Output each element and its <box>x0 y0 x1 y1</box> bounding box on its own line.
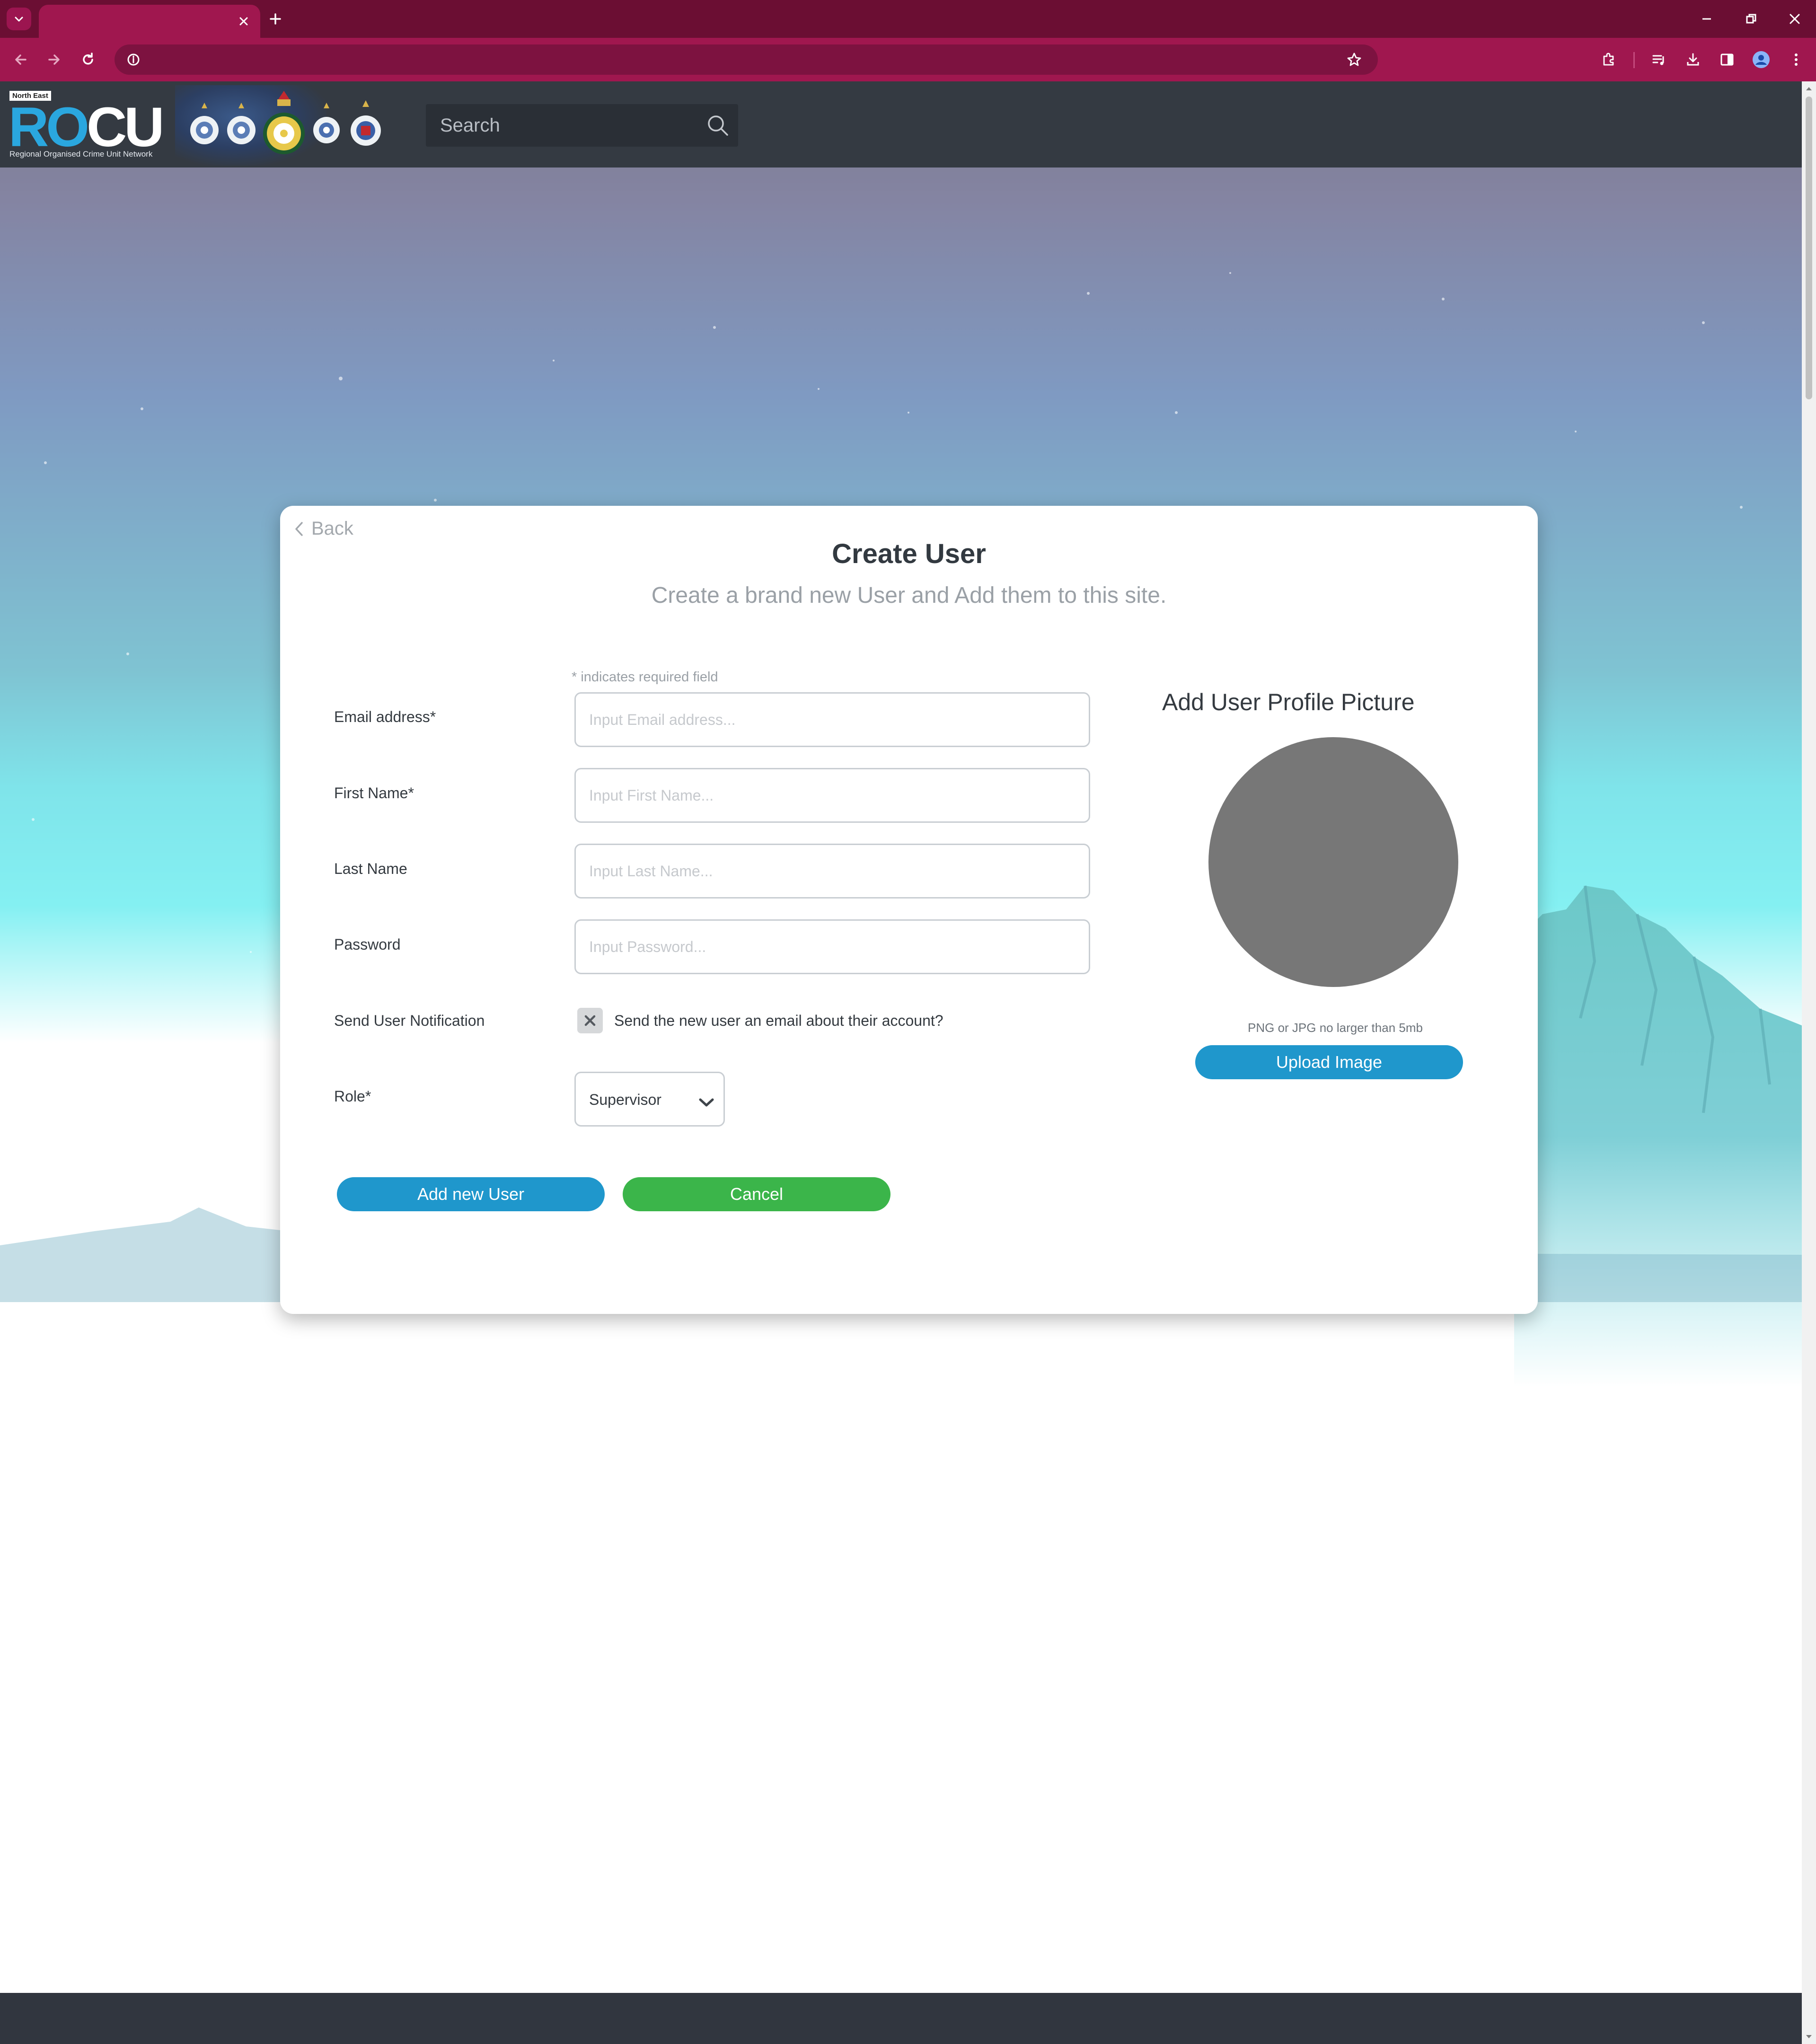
scrollbar-thumb[interactable] <box>1806 97 1812 399</box>
page-title: Create User <box>832 538 986 569</box>
search-input[interactable] <box>440 104 696 147</box>
close-icon <box>1790 14 1800 24</box>
logo-wordmark: ROCU <box>9 96 164 159</box>
site-footer <box>0 1993 1802 2044</box>
site-info-icon[interactable] <box>121 47 146 72</box>
page-viewport: North East ROCU Regional Organised Crime… <box>0 81 1802 2044</box>
back-nav-button[interactable] <box>8 46 34 73</box>
email-field[interactable] <box>574 692 1090 747</box>
toolbar-divider <box>1633 52 1635 68</box>
first-name-label: First Name* <box>334 784 414 802</box>
arrow-right-icon <box>48 54 60 65</box>
email-label: Email address* <box>334 708 436 725</box>
rocu-logo[interactable]: North East ROCU Regional Organised Crime… <box>9 91 169 162</box>
police-crests <box>187 88 386 162</box>
side-panel-icon[interactable] <box>1714 46 1740 73</box>
role-label: Role* <box>334 1088 371 1105</box>
forward-nav-button[interactable] <box>41 46 67 73</box>
add-user-button[interactable]: Add new User <box>337 1177 605 1211</box>
password-label: Password <box>334 936 401 953</box>
cancel-button[interactable]: Cancel <box>623 1177 890 1211</box>
police-crest-icon <box>224 99 258 151</box>
chevron-left-icon <box>295 521 303 536</box>
logo-subtitle: Regional Organised Crime Unit Network <box>9 150 153 159</box>
browser-tab-strip <box>0 0 1816 38</box>
notification-checkbox[interactable] <box>577 1008 603 1033</box>
site-header: North East ROCU Regional Organised Crime… <box>0 81 1802 167</box>
profile-avatar-icon[interactable] <box>1748 46 1774 73</box>
x-mark-icon <box>584 1015 596 1026</box>
minimize-icon <box>1702 18 1711 20</box>
upload-image-button[interactable]: Upload Image <box>1195 1045 1463 1079</box>
page-scrollbar[interactable] <box>1802 81 1816 2044</box>
police-crest-icon <box>187 99 221 151</box>
media-control-icon[interactable] <box>1646 46 1672 73</box>
plus-icon <box>270 13 281 25</box>
restore-icon <box>1746 14 1756 24</box>
chevron-down-icon <box>695 1091 718 1114</box>
tab-close-button[interactable] <box>234 11 254 31</box>
minimize-button[interactable] <box>1690 7 1723 31</box>
reload-icon <box>83 53 93 65</box>
yorkshire-rose-crest-icon <box>261 88 307 162</box>
close-icon <box>239 17 248 26</box>
site-search <box>426 104 738 147</box>
notification-checkbox-text: Send the new user an email about their a… <box>614 1012 943 1029</box>
police-crest-icon <box>309 99 344 151</box>
create-user-card: Back Create User Create a brand new User… <box>280 506 1538 1314</box>
reload-button[interactable] <box>75 46 101 73</box>
last-name-field[interactable] <box>574 844 1090 899</box>
profile-picture-title: Add User Profile Picture <box>1162 689 1415 715</box>
page-subtitle: Create a brand new User and Add them to … <box>651 583 1167 608</box>
notification-label: Send User Notification <box>334 1012 485 1029</box>
chevron-down-icon <box>15 17 23 22</box>
role-selected-value: Supervisor <box>589 1091 661 1108</box>
avatar-placeholder <box>1208 737 1458 987</box>
browser-toolbar <box>0 38 1816 81</box>
address-bar[interactable] <box>115 44 1378 75</box>
back-label: Back <box>311 518 353 539</box>
first-name-field[interactable] <box>574 768 1090 823</box>
last-name-label: Last Name <box>334 860 407 877</box>
mountain-decoration <box>1514 885 1802 1387</box>
upload-hint: PNG or JPG no larger than 5mb <box>1248 1021 1423 1035</box>
police-crest-icon <box>346 97 385 153</box>
required-field-note: * indicates required field <box>572 670 718 685</box>
bookmark-star-icon[interactable] <box>1342 47 1366 72</box>
scroll-down-arrow-icon[interactable] <box>1805 2033 1813 2041</box>
scroll-up-arrow-icon[interactable] <box>1805 84 1813 93</box>
tab-search-button[interactable] <box>7 8 31 30</box>
browser-menu-icon[interactable] <box>1783 46 1809 73</box>
search-icon[interactable] <box>706 114 730 137</box>
restore-button[interactable] <box>1735 7 1768 31</box>
download-icon[interactable] <box>1680 46 1706 73</box>
back-link[interactable]: Back <box>294 518 353 539</box>
window-close-button[interactable] <box>1778 7 1811 31</box>
browser-tab-active[interactable] <box>39 5 260 38</box>
new-tab-button[interactable] <box>265 9 286 29</box>
password-field[interactable] <box>574 919 1090 974</box>
extensions-icon[interactable] <box>1596 46 1622 73</box>
arrow-left-icon <box>15 54 26 65</box>
role-select[interactable]: Supervisor <box>574 1072 725 1127</box>
